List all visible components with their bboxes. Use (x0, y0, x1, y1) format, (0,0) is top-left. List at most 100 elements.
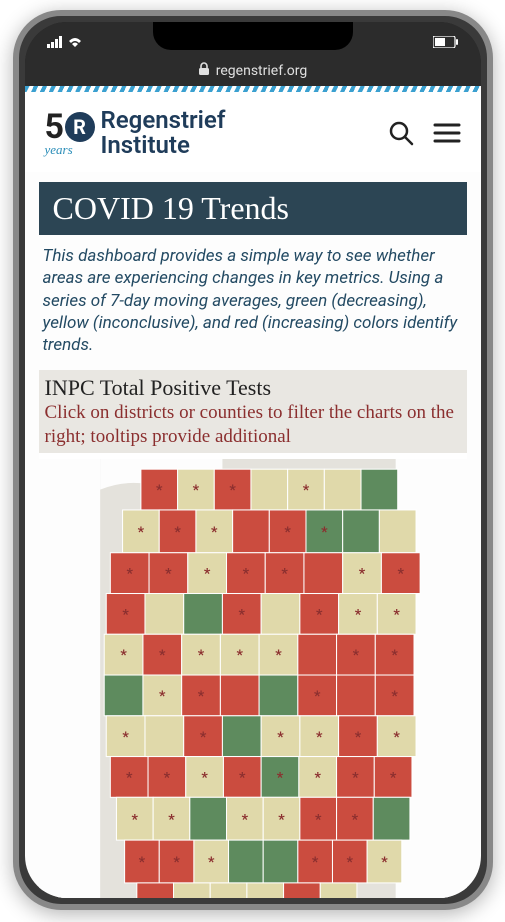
county-star-icon: * (239, 770, 246, 786)
signal-icon (47, 36, 63, 52)
county-star-icon: * (137, 524, 144, 540)
county-star-icon: * (236, 648, 243, 664)
county-star-icon: * (393, 729, 400, 745)
county-c53[interactable] (220, 675, 259, 716)
logo-line1: Regenstrief (101, 108, 226, 133)
logo-mark: 5 R years (45, 110, 93, 156)
county-star-icon: * (197, 648, 204, 664)
county-c50[interactable] (104, 675, 143, 716)
county-star-icon: * (277, 729, 284, 745)
county-c17[interactable] (379, 510, 416, 553)
county-c94[interactable] (263, 840, 298, 883)
county-ca2[interactable] (210, 883, 247, 898)
logo-r-circle-icon: R (65, 112, 95, 142)
county-star-icon: * (321, 524, 328, 540)
county-star-icon: * (311, 854, 318, 870)
county-star-icon: * (242, 566, 249, 582)
county-star-icon: * (229, 483, 236, 499)
county-star-icon: * (173, 854, 180, 870)
county-star-icon: * (211, 524, 218, 540)
county-c63[interactable] (222, 716, 261, 757)
logo-line2: Institute (101, 133, 226, 158)
county-c87[interactable] (373, 797, 410, 840)
county-star-icon: * (207, 854, 214, 870)
county-star-icon: * (197, 688, 204, 704)
county-star-icon: * (346, 854, 353, 870)
county-star-icon: * (314, 770, 321, 786)
county-star-icon: * (313, 688, 320, 704)
subhead-hint: Click on districts or counties to filter… (45, 401, 461, 449)
county-star-icon: * (358, 566, 365, 582)
county-star-icon: * (159, 688, 166, 704)
county-star-icon: * (391, 688, 398, 704)
county-star-icon: * (131, 812, 138, 828)
browser-url-text: regenstrief.org (216, 63, 307, 79)
logo-years: years (45, 142, 73, 158)
county-ca3[interactable] (246, 883, 283, 898)
county-ca0[interactable] (136, 883, 173, 898)
county-star-icon: * (391, 648, 398, 664)
county-ca5[interactable] (320, 883, 357, 898)
county-c56[interactable] (336, 675, 375, 716)
site-header: 5 R years Regenstrief Institute (25, 92, 481, 172)
county-c16[interactable] (342, 510, 379, 553)
phone-frame: regenstrief.org 5 R years Regenstrief In… (13, 10, 493, 910)
hamburger-menu-icon[interactable] (433, 121, 461, 145)
lock-icon (198, 62, 210, 80)
county-ca4[interactable] (283, 883, 320, 898)
logo-text: Regenstrief Institute (101, 108, 226, 158)
county-star-icon: * (201, 770, 208, 786)
county-star-icon: * (314, 812, 321, 828)
county-star-icon: * (174, 524, 181, 540)
county-c45[interactable] (297, 634, 336, 675)
county-star-icon: * (122, 607, 129, 623)
county-c06[interactable] (361, 469, 398, 510)
subhead-title: INPC Total Positive Tests (45, 374, 272, 402)
county-star-icon: * (168, 812, 175, 828)
county-star-icon: * (354, 607, 361, 623)
indiana-map[interactable]: * * * * * * * * * * * * * * * * * * * * * * * * * * * * * * * * * * * * * * * *… (39, 453, 467, 898)
county-star-icon: * (199, 729, 206, 745)
county-star-icon: * (278, 812, 285, 828)
county-c13[interactable] (232, 510, 269, 553)
county-star-icon: * (126, 566, 133, 582)
county-c25[interactable] (303, 553, 342, 594)
county-star-icon: * (203, 566, 210, 582)
county-c34[interactable] (261, 593, 300, 634)
county-star-icon: * (165, 566, 172, 582)
county-star-icon: * (315, 729, 322, 745)
page-body: COVID 19 Trends This dashboard provides … (25, 172, 481, 898)
phone-notch (153, 22, 353, 50)
county-c61[interactable] (144, 716, 183, 757)
county-star-icon: * (389, 770, 396, 786)
county-star-icon: * (156, 483, 163, 499)
county-c31[interactable] (144, 593, 183, 634)
intro-text: This dashboard provides a simple way to … (39, 235, 467, 369)
battery-icon (433, 36, 459, 52)
county-star-icon: * (302, 483, 309, 499)
browser-url-bar[interactable]: regenstrief.org (25, 56, 481, 86)
search-icon[interactable] (387, 119, 415, 147)
county-star-icon: * (192, 483, 199, 499)
county-c32[interactable] (183, 593, 222, 634)
county-star-icon: * (352, 770, 359, 786)
county-star-icon: * (281, 566, 288, 582)
county-c03[interactable] (250, 469, 287, 510)
county-star-icon: * (354, 729, 361, 745)
page-title: COVID 19 Trends (39, 182, 467, 235)
county-star-icon: * (276, 770, 283, 786)
county-star-icon: * (315, 607, 322, 623)
indiana-map-svg[interactable]: * * * * * * * * * * * * * * * * * * * * * * * * * * * * * * * * * * * * * * * *… (39, 459, 467, 898)
county-ca1[interactable] (173, 883, 210, 898)
county-star-icon: * (351, 812, 358, 828)
county-c82[interactable] (189, 797, 226, 840)
county-star-icon: * (163, 770, 170, 786)
site-logo[interactable]: 5 R years Regenstrief Institute (45, 108, 226, 158)
county-c05[interactable] (324, 469, 361, 510)
county-star-icon: * (238, 607, 245, 623)
county-star-icon: * (352, 648, 359, 664)
county-c54[interactable] (259, 675, 298, 716)
county-c93[interactable] (228, 840, 263, 883)
page-content: 5 R years Regenstrief Institute (25, 86, 481, 898)
county-star-icon: * (159, 648, 166, 664)
